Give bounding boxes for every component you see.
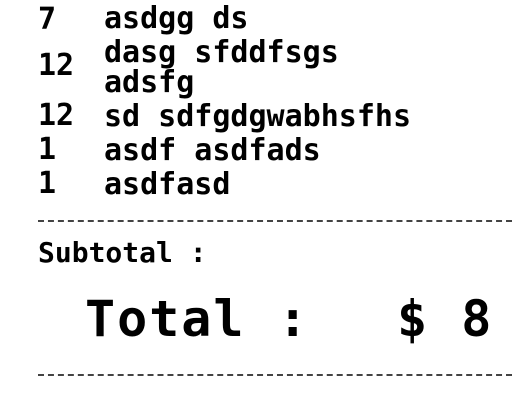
item-desc-line1: dasg sfddfsgs: [104, 35, 339, 70]
item-desc: asdfasd: [104, 167, 231, 202]
item-qty: 1: [38, 132, 57, 167]
item-qty: 12: [38, 98, 75, 133]
dashed-divider: [38, 220, 512, 222]
dashed-divider: [38, 374, 512, 376]
item-desc-line2: adsfg: [104, 65, 195, 100]
total-value: $ 8: [397, 290, 494, 348]
receipt: 7 asdgg ds 12 dasg sfddfsgs adsfg 12 sd …: [0, 0, 512, 400]
item-qty: 12: [38, 48, 75, 83]
item-qty: 7: [38, 2, 57, 37]
item-desc: asdgg ds: [104, 1, 249, 36]
subtotal-label: Subtotal :: [38, 236, 207, 269]
total-label: Total :: [85, 290, 310, 348]
item-desc: sd sdfgdgwabhsfhs: [104, 99, 412, 134]
item-qty: 1: [38, 166, 57, 201]
item-desc: asdf asdfads: [104, 133, 321, 168]
